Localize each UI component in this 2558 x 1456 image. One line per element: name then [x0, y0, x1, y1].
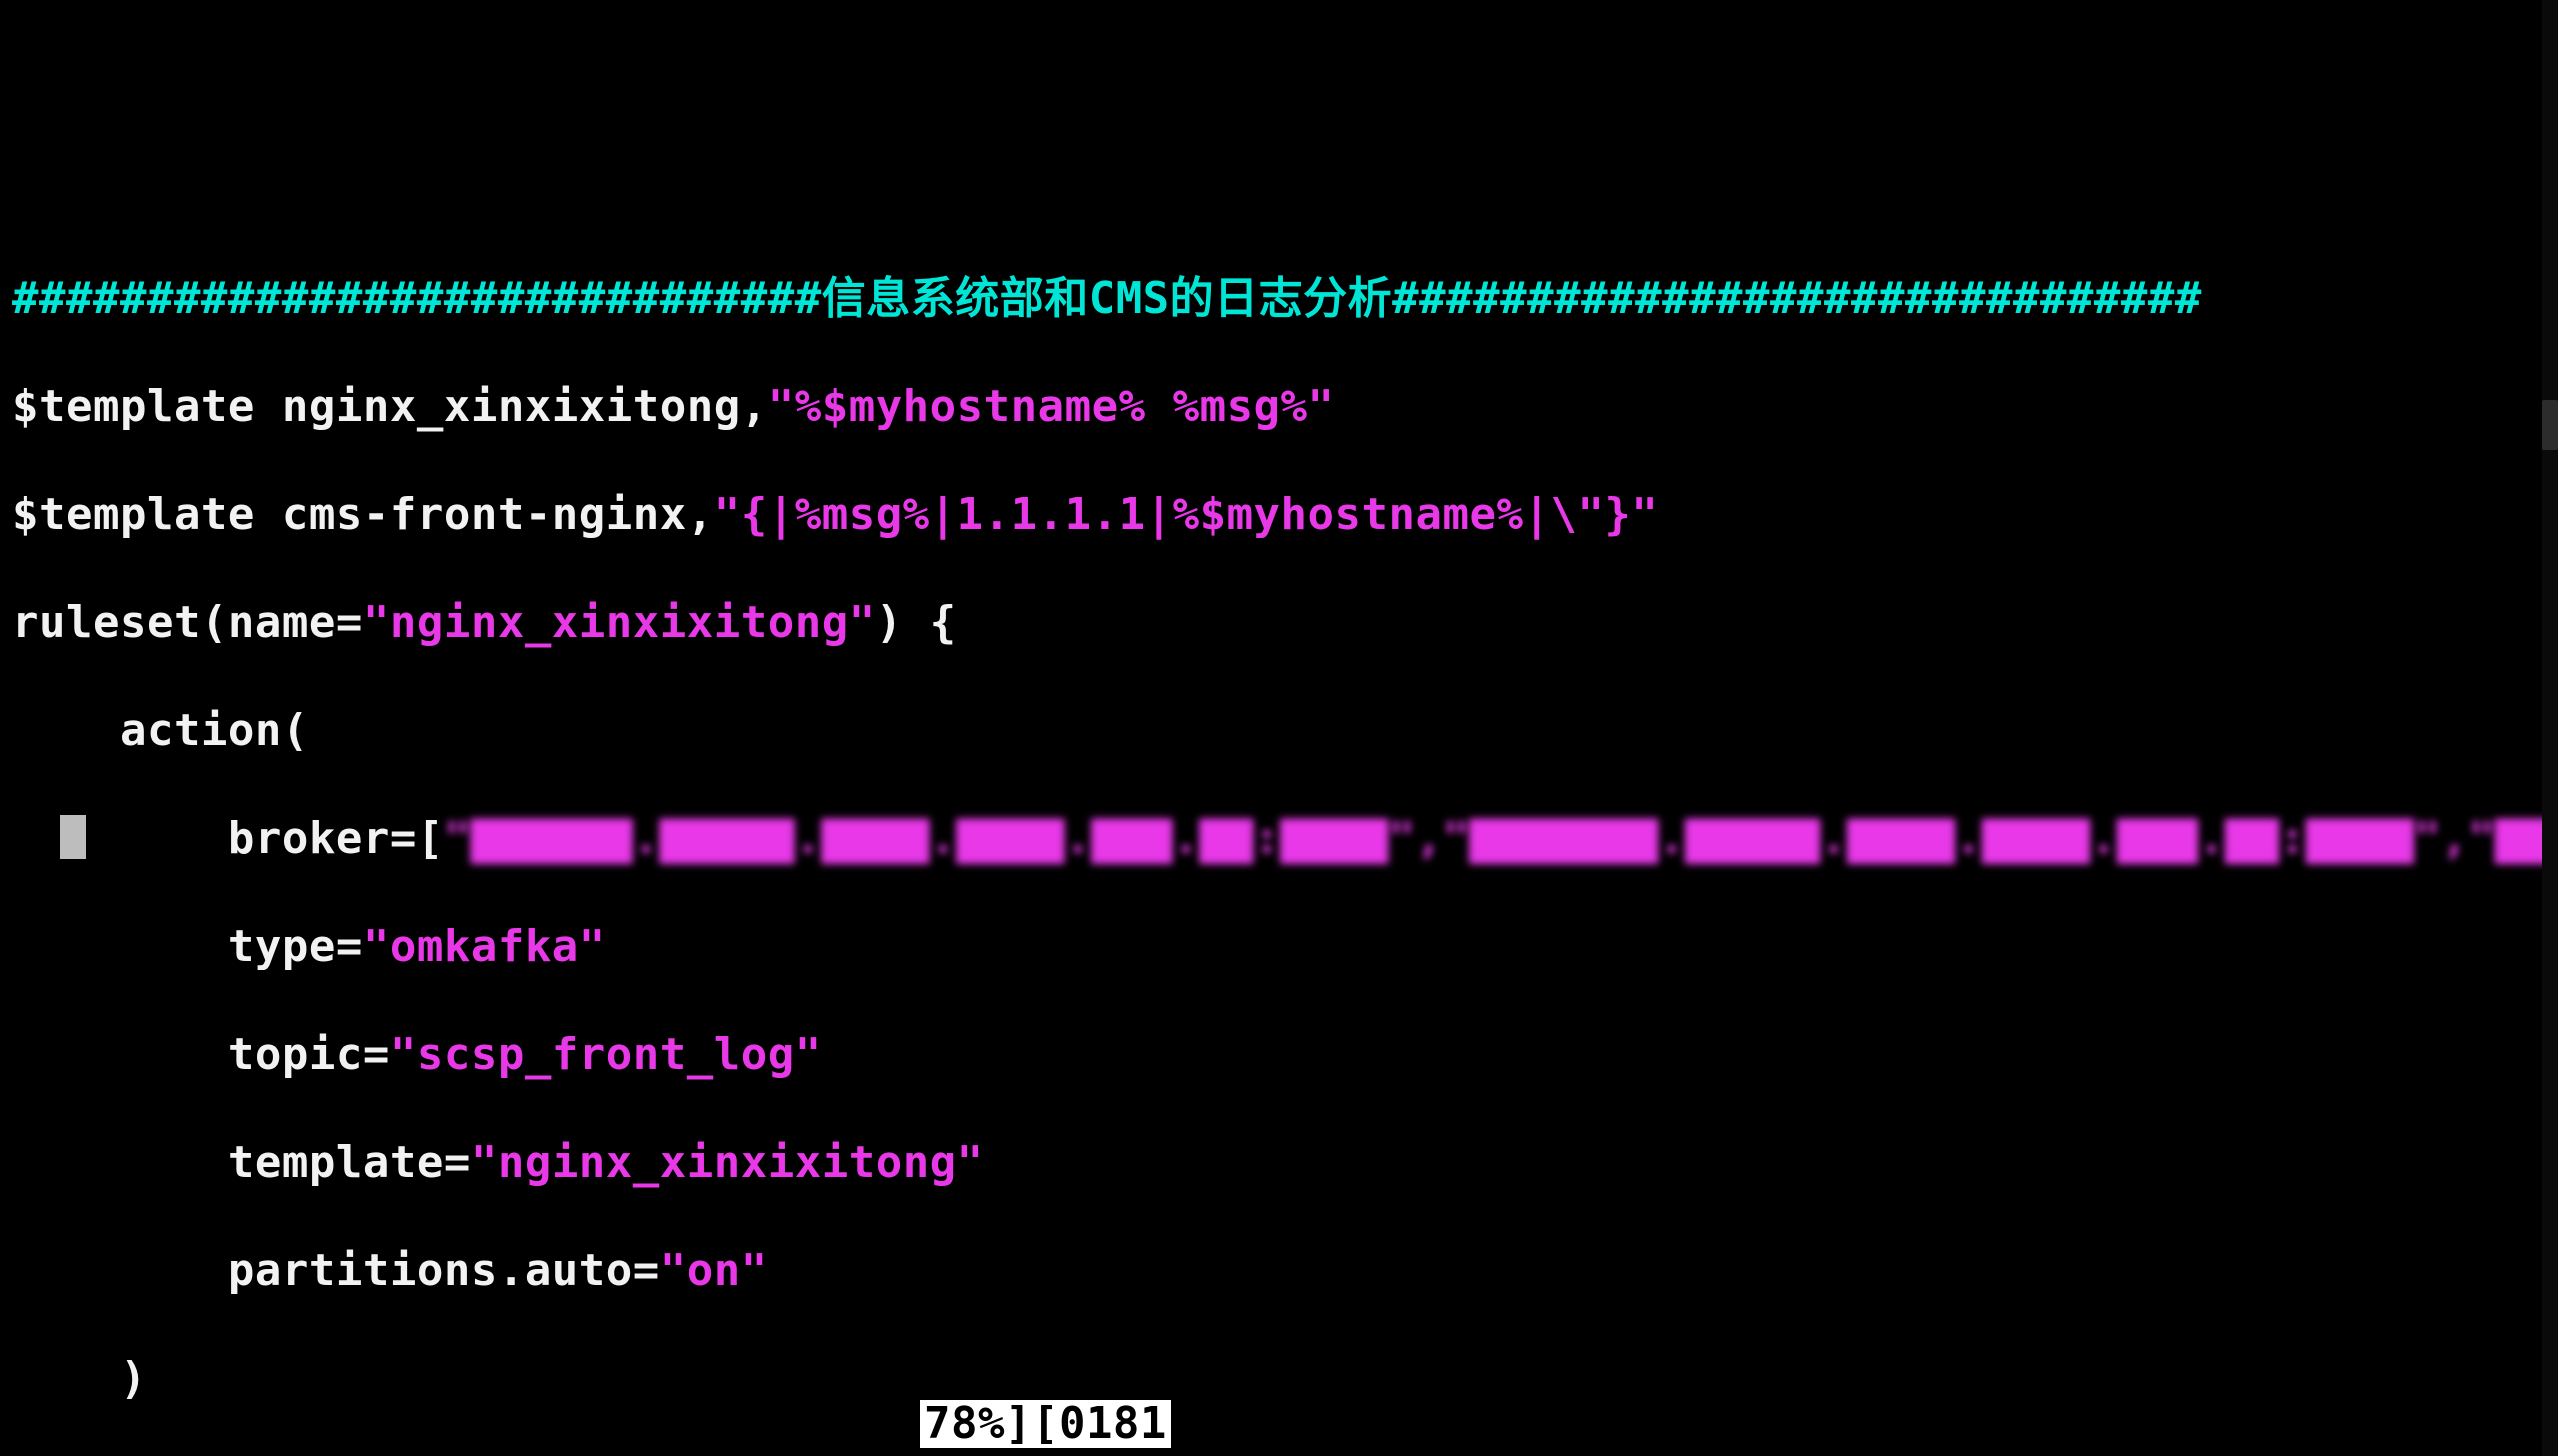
action1-close: ): [12, 1352, 2558, 1406]
action1-topic: topic="scsp_front_log": [12, 1028, 2558, 1082]
template-1: $template nginx_xinxixitong,"%$myhostnam…: [12, 380, 2558, 434]
action1-partitions: partitions.auto="on": [12, 1244, 2558, 1298]
text-cursor: [60, 815, 86, 859]
template-2: $template cms-front-nginx,"{|%msg%|1.1.1…: [12, 488, 2558, 542]
status-position: 78%][0181: [920, 1400, 1171, 1448]
action1-template: template="nginx_xinxixitong": [12, 1136, 2558, 1190]
scrollbar-thumb[interactable]: [2542, 400, 2558, 450]
comment-header: ##############################信息系统部和CMS的…: [12, 272, 2558, 326]
action1-broker: broker=["▇▇▇▇▇▇.▇▇▇▇▇.▇▇▇▇.▇▇▇▇.▇▇▇.▇▇:▇…: [12, 812, 2558, 866]
ruleset-open: ruleset(name="nginx_xinxixitong") {: [12, 596, 2558, 650]
action1-type: type="omkafka": [12, 920, 2558, 974]
scrollbar-track[interactable]: [2542, 0, 2558, 1456]
terminal-editor[interactable]: ##############################信息系统部和CMS的…: [12, 218, 2558, 1456]
action1-open: action(: [12, 704, 2558, 758]
